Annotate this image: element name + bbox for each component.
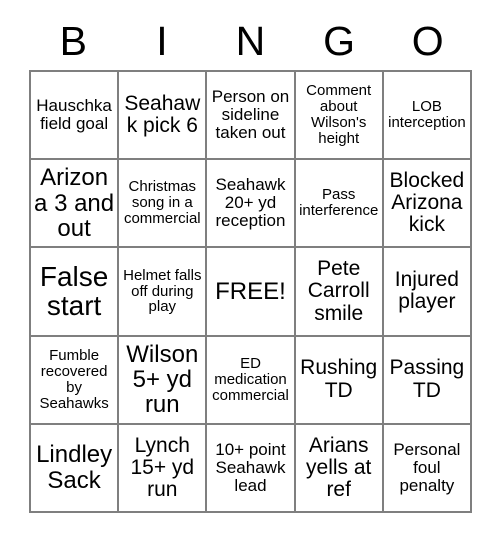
bingo-cell-label: False start [39, 260, 109, 322]
bingo-cell[interactable]: Passing TD [383, 336, 472, 425]
bingo-cell-label: FREE! [215, 277, 286, 305]
bingo-cell-label: Lindley Sack [36, 441, 113, 494]
bingo-cell[interactable]: Person on sideline taken out [207, 72, 296, 161]
bingo-cell[interactable]: Hauschka field goal [31, 72, 120, 161]
bingo-cell-label: Wilson 5+ yd run [126, 340, 199, 419]
bingo-cell-label: Blocked Arizona kick [389, 168, 465, 237]
bingo-cell-label: Arians yells at ref [306, 433, 372, 502]
bingo-cell-label: Pass interference [299, 186, 379, 220]
bingo-cell[interactable]: Comment about Wilson's height [295, 72, 384, 161]
bingo-cell-label: ED medication commercial [212, 354, 289, 404]
bingo-cell-label: Person on sideline taken out [211, 87, 290, 143]
bingo-grid: Hauschka field goal Seahawk pick 6 Perso… [29, 70, 472, 513]
bingo-cell-label: Passing TD [389, 356, 465, 402]
bingo-cell[interactable]: Arizona 3 and out [31, 160, 120, 249]
bingo-cell-label: Comment about Wilson's height [306, 82, 372, 147]
bingo-cell-label: Hauschka field goal [36, 96, 112, 134]
bingo-cell[interactable]: Blocked Arizona kick [383, 160, 472, 249]
bingo-cell[interactable]: Lynch 15+ yd run [119, 424, 208, 513]
header-letter-n: N [235, 17, 266, 64]
bingo-cell[interactable]: Pete Carroll smile [295, 248, 384, 337]
bingo-cell[interactable]: False start [31, 248, 120, 337]
header-letter-i: I [156, 17, 168, 64]
bingo-cell-label: Injured player [394, 268, 459, 314]
bingo-cell-label: Christmas song in a commercial [123, 178, 201, 228]
header-letter-g: G [323, 17, 356, 64]
bingo-cell[interactable]: Seahawk pick 6 [119, 72, 208, 161]
bingo-cell-label: LOB interception [388, 98, 466, 132]
bingo-cell-label: Seahawk pick 6 [124, 91, 201, 138]
bingo-cell[interactable]: Lindley Sack [31, 424, 120, 513]
bingo-cell[interactable]: Injured player [383, 248, 472, 337]
header-letter-o: O [411, 17, 444, 64]
bingo-cell-label: Fumble recovered by Seahawks [39, 346, 109, 412]
bingo-cell[interactable]: Pass interference [295, 160, 384, 249]
bingo-cell-label: Helmet falls off during play [123, 266, 202, 316]
bingo-cell-label: Arizona 3 and out [34, 164, 115, 242]
bingo-cell-label: Lynch 15+ yd run [130, 433, 195, 502]
bingo-cell[interactable]: Seahawk 20+ yd reception [207, 160, 296, 249]
bingo-cell[interactable]: Arians yells at ref [295, 424, 384, 513]
header-letter-b: B [59, 17, 87, 64]
bingo-cell[interactable]: 10+ point Seahawk lead [207, 424, 296, 513]
bingo-cell[interactable]: Personal foul penalty [383, 424, 472, 513]
bingo-cell[interactable]: Helmet falls off during play [119, 248, 208, 337]
bingo-header-row: B I N G O [29, 12, 472, 70]
bingo-cell-label: Seahawk 20+ yd reception [215, 175, 286, 231]
bingo-cell[interactable]: ED medication commercial [207, 336, 296, 425]
bingo-cell-label: Rushing TD [300, 356, 378, 402]
bingo-cell-free[interactable]: FREE! [207, 248, 296, 337]
bingo-cell-label: 10+ point Seahawk lead [215, 439, 286, 495]
bingo-cell-label: Pete Carroll smile [307, 257, 370, 325]
bingo-cell[interactable]: Fumble recovered by Seahawks [31, 336, 120, 425]
bingo-cell-label: Personal foul penalty [393, 439, 461, 495]
bingo-cell[interactable]: Rushing TD [295, 336, 384, 425]
bingo-cell[interactable]: LOB interception [383, 72, 472, 161]
bingo-cell[interactable]: Wilson 5+ yd run [119, 336, 208, 425]
bingo-card: B I N G O Hauschka field goal Seahawk pi… [0, 0, 500, 544]
bingo-cell[interactable]: Christmas song in a commercial [119, 160, 208, 249]
